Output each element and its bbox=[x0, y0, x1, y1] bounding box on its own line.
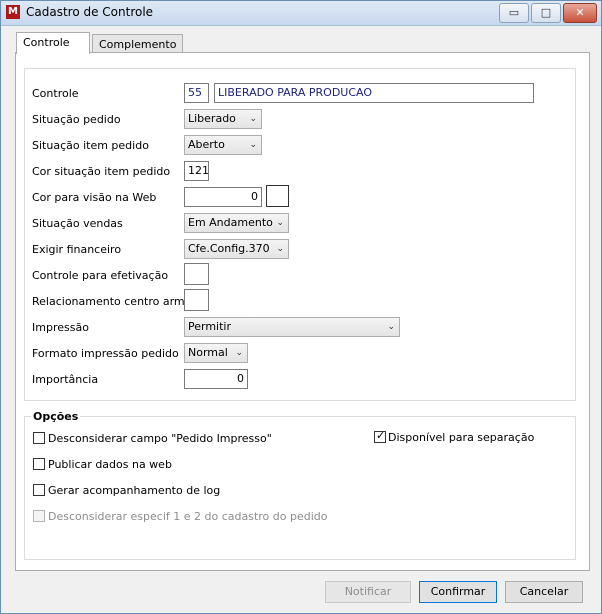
situacao-item-pedido-value: Aberto bbox=[188, 138, 225, 151]
exigir-financeiro-select[interactable]: Cfe.Config.370 ⌄ bbox=[184, 239, 289, 259]
notificar-button[interactable]: Notificar bbox=[325, 581, 411, 603]
disponivel-separacao-label[interactable]: Disponível para separação bbox=[388, 431, 534, 444]
relacionamento-centro-field[interactable] bbox=[184, 289, 209, 311]
formato-impressao-label: Formato impressão pedido bbox=[32, 347, 179, 360]
impressao-value: Permitir bbox=[188, 320, 232, 333]
chevron-down-icon: ⌄ bbox=[276, 218, 284, 228]
checkmark-icon: ✓ bbox=[376, 429, 386, 442]
exigir-financeiro-value: Cfe.Config.370 bbox=[188, 242, 270, 255]
impressao-label: Impressão bbox=[32, 321, 89, 334]
importancia-field[interactable]: 0 bbox=[184, 369, 248, 389]
formato-impressao-select[interactable]: Normal ⌄ bbox=[184, 343, 248, 363]
situacao-item-pedido-label: Situação item pedido bbox=[32, 139, 149, 152]
desconsiderar-pedido-impresso-label[interactable]: Desconsiderar campo "Pedido Impresso" bbox=[48, 432, 272, 445]
tab-controle[interactable]: Controle bbox=[16, 32, 90, 54]
desconsiderar-pedido-impresso-checkbox[interactable] bbox=[33, 432, 45, 444]
controle-efetivacao-field[interactable] bbox=[184, 263, 209, 285]
cor-situacao-item-label: Cor situação item pedido bbox=[32, 165, 171, 178]
gerar-acompanhamento-log-label[interactable]: Gerar acompanhamento de log bbox=[48, 484, 220, 497]
cancelar-button[interactable]: Cancelar bbox=[505, 581, 583, 603]
tab-controle-label: Controle bbox=[23, 36, 70, 49]
desconsiderar-especif-label: Desconsiderar especif 1 e 2 do cadastro … bbox=[48, 510, 328, 523]
exigir-financeiro-label: Exigir financeiro bbox=[32, 243, 122, 256]
chevron-down-icon: ⌄ bbox=[249, 114, 257, 124]
close-button[interactable]: ✕ bbox=[563, 3, 597, 23]
situacao-pedido-value: Liberado bbox=[188, 112, 236, 125]
confirmar-button[interactable]: Confirmar bbox=[419, 581, 497, 603]
chevron-down-icon: ⌄ bbox=[235, 348, 243, 358]
situacao-item-pedido-select[interactable]: Aberto ⌄ bbox=[184, 135, 262, 155]
chevron-down-icon: ⌄ bbox=[276, 244, 284, 254]
controle-code-field[interactable]: 55 bbox=[184, 83, 209, 103]
importancia-label: Importância bbox=[32, 373, 99, 386]
color-swatch[interactable] bbox=[266, 185, 289, 207]
controle-label: Controle bbox=[32, 87, 79, 100]
title-bar: M Cadastro de Controle ▭ □ ✕ bbox=[1, 1, 601, 26]
publicar-dados-web-checkbox[interactable] bbox=[33, 458, 45, 470]
situacao-vendas-label: Situação vendas bbox=[32, 217, 123, 230]
situacao-pedido-label: Situação pedido bbox=[32, 113, 121, 126]
situacao-pedido-select[interactable]: Liberado ⌄ bbox=[184, 109, 262, 129]
app-icon: M bbox=[6, 5, 20, 19]
maximize-button[interactable]: □ bbox=[531, 3, 561, 23]
chevron-down-icon: ⌄ bbox=[387, 322, 395, 332]
cor-situacao-item-field[interactable]: 121 bbox=[184, 161, 209, 181]
desconsiderar-especif-checkbox bbox=[33, 510, 45, 522]
minimize-button[interactable]: ▭ bbox=[499, 3, 529, 23]
relacionamento-centro-label: Relacionamento centro armaz. bbox=[32, 295, 201, 308]
chevron-down-icon: ⌄ bbox=[249, 140, 257, 150]
impressao-select[interactable]: Permitir ⌄ bbox=[184, 317, 400, 337]
controle-efetivacao-label: Controle para efetivação bbox=[32, 269, 169, 282]
tab-complemento[interactable]: Complemento bbox=[92, 34, 184, 54]
gerar-acompanhamento-log-checkbox[interactable] bbox=[33, 484, 45, 496]
situacao-vendas-value: Em Andamento bbox=[188, 216, 273, 229]
controle-description-field[interactable]: LIBERADO PARA PRODUCAO bbox=[214, 83, 534, 103]
situacao-vendas-select[interactable]: Em Andamento ⌄ bbox=[184, 213, 289, 233]
tab-complemento-label: Complemento bbox=[99, 38, 177, 51]
window-title: Cadastro de Controle bbox=[26, 5, 154, 19]
opcoes-title: Opções bbox=[31, 410, 81, 423]
disponivel-separacao-checkbox[interactable]: ✓ bbox=[374, 429, 386, 443]
publicar-dados-web-label[interactable]: Publicar dados na web bbox=[48, 458, 172, 471]
formato-impressao-value: Normal bbox=[188, 346, 228, 359]
cor-visao-web-label: Cor para visão na Web bbox=[32, 191, 157, 204]
cor-visao-web-field[interactable]: 0 bbox=[184, 187, 262, 207]
